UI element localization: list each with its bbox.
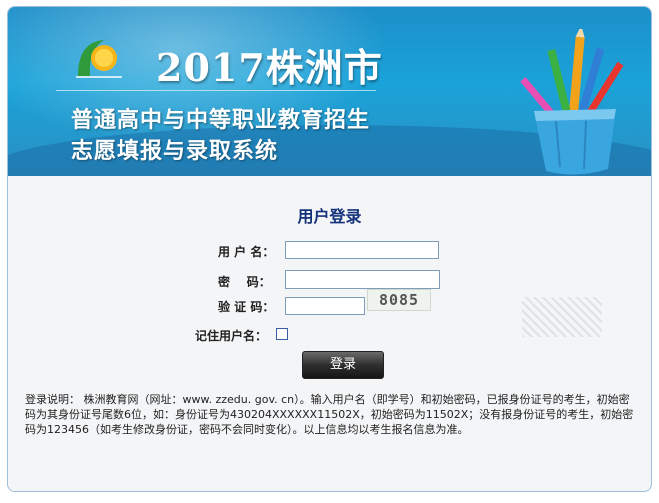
password-input[interactable] — [285, 270, 440, 289]
captcha-input[interactable] — [285, 297, 365, 315]
login-instructions: 登录说明： 株洲教育网（网址：www. zzedu. gov. cn）。输入用户… — [25, 393, 634, 436]
header-banner: 2017株洲市 普通高中与中等职业教育招生 志愿填报与录取系统 — [8, 7, 651, 176]
pencil-cup-illustration-icon — [520, 29, 624, 175]
login-title: 用户登录 — [297, 207, 362, 226]
remember-username-label: 记住用户名： — [195, 329, 268, 343]
login-button[interactable]: 登录 — [302, 351, 384, 379]
header-year-title: 2017株洲市 — [156, 45, 383, 90]
password-label: 密 码： — [218, 275, 271, 289]
system-title-line2: 志愿填报与录取系统 — [71, 139, 279, 164]
username-input[interactable] — [285, 241, 439, 259]
system-title-line1: 普通高中与中等职业教育招生 — [71, 108, 371, 133]
background-watermark — [522, 297, 602, 337]
sun-sprout-logo-icon — [76, 40, 122, 78]
remember-username-checkbox[interactable] — [276, 328, 288, 340]
captcha-label: 验 证 码： — [218, 300, 275, 314]
captcha-image[interactable]: 8085 — [367, 289, 431, 311]
username-label: 用 户 名： — [218, 245, 275, 259]
